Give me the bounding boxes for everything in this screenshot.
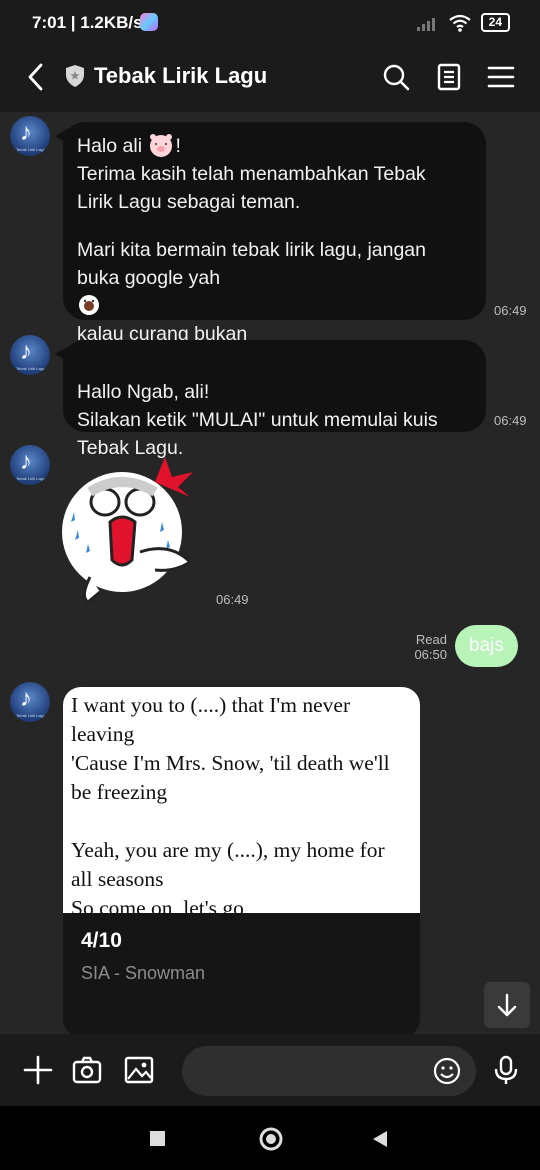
- chat-title: Tebak Lirik Lagu: [94, 63, 268, 88]
- message-time: 06:49: [494, 303, 527, 318]
- search-icon[interactable]: [381, 62, 411, 92]
- pig-emoji-icon: [150, 134, 173, 157]
- status-bar: 7:01 | 1.2KB/s 24: [0, 0, 540, 46]
- message-bubble: Hallo Ngab, ali! Silakan ketik "MULAI" u…: [55, 340, 486, 459]
- sent-text: bajs: [469, 635, 504, 656]
- instruction-text: Mari kita bermain tebak lirik lagu, jang…: [77, 239, 427, 289]
- song-title: SIA - Snowman: [81, 963, 206, 983]
- arrow-down-icon: [497, 993, 517, 1017]
- message-time: 06:49: [494, 413, 527, 428]
- lyrics-text: I want you to (....) that I'm never leav…: [63, 687, 420, 920]
- message-text: Hallo Ngab, ali! Silakan ketik "MULAI" u…: [77, 381, 438, 459]
- status-time: 7:01 | 1.2KB/s: [32, 13, 143, 32]
- sent-message-bubble: bajs: [455, 625, 518, 667]
- image-icon[interactable]: [123, 1054, 155, 1086]
- back-arrow-icon[interactable]: [22, 62, 52, 92]
- system-nav-bar: [0, 1106, 540, 1170]
- camera-icon[interactable]: [71, 1054, 103, 1086]
- bot-avatar[interactable]: ♪ Tebak Lirik Lagu: [10, 116, 50, 156]
- official-shield-icon: [66, 65, 84, 87]
- bear-emoji-icon: [79, 295, 99, 315]
- menu-icon[interactable]: [486, 62, 516, 92]
- back-button[interactable]: [371, 1130, 389, 1148]
- scroll-down-button[interactable]: [484, 982, 530, 1028]
- microphone-icon[interactable]: [490, 1054, 522, 1086]
- emoji-icon[interactable]: [432, 1056, 462, 1086]
- chat-header: Tebak Lirik Lagu: [0, 46, 540, 112]
- welcome-text: Terima kasih telah menambahkan Tebak Lir…: [77, 163, 426, 213]
- notes-icon[interactable]: [434, 62, 464, 92]
- bot-avatar[interactable]: ♪ Tebak Lirik Lagu: [10, 682, 50, 722]
- wifi-icon: [448, 14, 471, 32]
- signal-icon: [416, 17, 435, 31]
- message-input[interactable]: [182, 1046, 476, 1096]
- status-icons: 24: [416, 13, 510, 32]
- sticker-time: 06:49: [216, 592, 249, 607]
- chat-area[interactable]: ♪ Tebak Lirik Lagu Halo ali ! Terima kasi…: [0, 112, 540, 1034]
- quiz-card[interactable]: I want you to (....) that I'm never leav…: [63, 687, 420, 1034]
- home-button[interactable]: [258, 1126, 284, 1152]
- plus-icon[interactable]: [22, 1054, 54, 1086]
- message-bubble: Halo ali ! Terima kasih telah menambahka…: [55, 122, 486, 373]
- app-notification-icon: [140, 13, 158, 31]
- bot-avatar[interactable]: ♪ Tebak Lirik Lagu: [10, 335, 50, 375]
- greeting-text: Halo ali: [77, 135, 143, 157]
- bot-avatar[interactable]: ♪ Tebak Lirik Lagu: [10, 445, 50, 485]
- crying-face-sticker: [62, 457, 193, 604]
- battery-icon: 24: [480, 13, 510, 32]
- recent-apps-button[interactable]: [150, 1131, 165, 1146]
- read-status: Read 06:50: [414, 632, 447, 662]
- message-input-bar: [0, 1034, 540, 1106]
